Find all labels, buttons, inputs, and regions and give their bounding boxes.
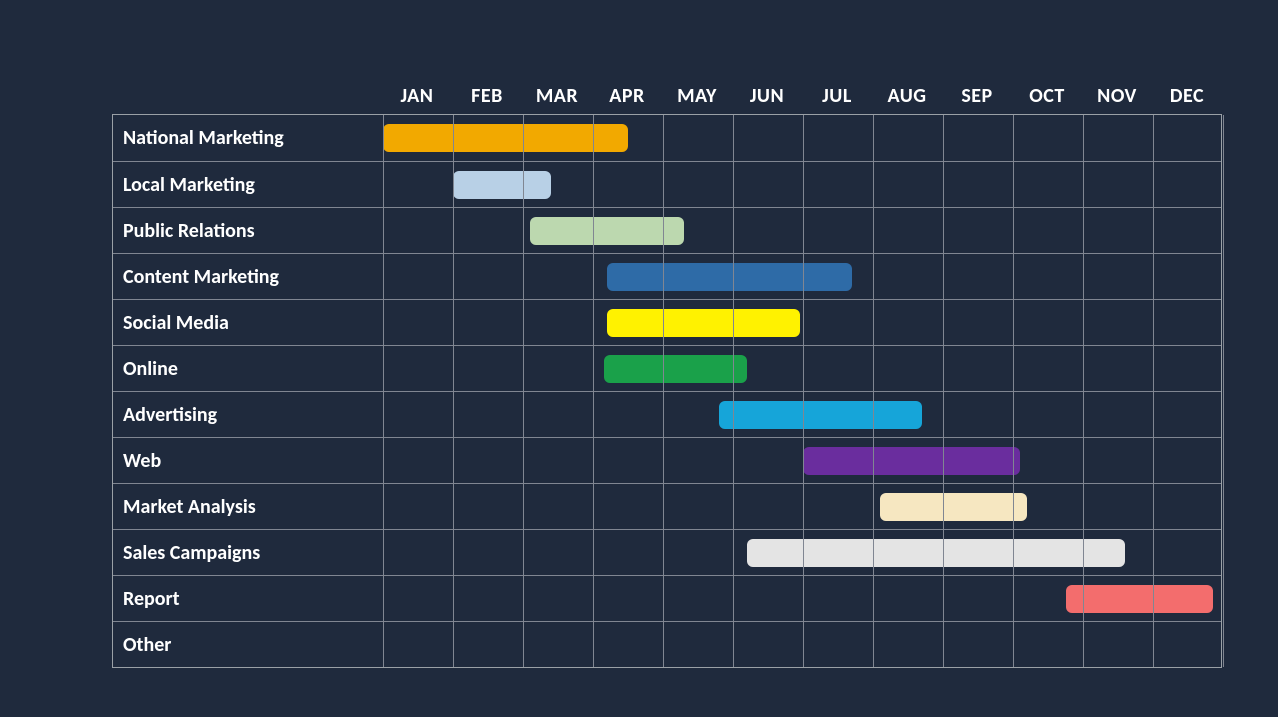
bar-area: [383, 254, 1221, 299]
month-label: MAR: [522, 84, 592, 108]
task-name: Other: [113, 635, 383, 655]
task-bar: [607, 309, 800, 337]
task-row: Online: [113, 345, 1221, 391]
bar-area: [383, 162, 1221, 207]
month-gridline: [873, 115, 874, 667]
task-name: Sales Campaigns: [113, 543, 383, 563]
bar-area: [383, 576, 1221, 621]
task-row: Local Marketing: [113, 161, 1221, 207]
month-label: SEP: [942, 84, 1012, 108]
task-name: Public Relations: [113, 221, 383, 241]
bar-area: [383, 530, 1221, 575]
task-name: Market Analysis: [113, 497, 383, 517]
task-name: Social Media: [113, 313, 383, 333]
month-gridline: [1013, 115, 1014, 667]
task-bar: [880, 493, 1027, 521]
task-row: Other: [113, 621, 1221, 667]
bar-area: [383, 115, 1221, 161]
month-gridline: [593, 115, 594, 667]
bar-area: [383, 208, 1221, 253]
month-gridline: [523, 115, 524, 667]
bar-area: [383, 392, 1221, 437]
task-row: National Marketing: [113, 115, 1221, 161]
bar-area: [383, 300, 1221, 345]
task-bar: [719, 401, 922, 429]
bar-area: [383, 484, 1221, 529]
task-name: National Marketing: [113, 128, 383, 148]
task-row: Social Media: [113, 299, 1221, 345]
task-bar: [607, 263, 852, 291]
month-gridline: [803, 115, 804, 667]
month-gridline: [663, 115, 664, 667]
bar-area: [383, 438, 1221, 483]
month-gridline: [1223, 115, 1224, 667]
month-gridline: [383, 115, 384, 667]
task-bar: [1066, 585, 1213, 613]
task-row: Public Relations: [113, 207, 1221, 253]
month-axis: JAN FEB MAR APR MAY JUN JUL AUG SEP OCT …: [382, 78, 1222, 114]
month-gridline: [453, 115, 454, 667]
task-name: Local Marketing: [113, 175, 383, 195]
task-bar: [803, 447, 1020, 475]
task-name: Online: [113, 359, 383, 379]
month-gridline: [733, 115, 734, 667]
task-bar: [530, 217, 684, 245]
month-label: DEC: [1152, 84, 1222, 108]
task-row: Content Marketing: [113, 253, 1221, 299]
bar-area: [383, 622, 1221, 667]
month-label: MAY: [662, 84, 732, 108]
gantt-chart: JAN FEB MAR APR MAY JUN JUL AUG SEP OCT …: [112, 78, 1222, 668]
task-row: Report: [113, 575, 1221, 621]
bar-area: [383, 346, 1221, 391]
task-bar: [604, 355, 748, 383]
task-bar: [383, 124, 628, 152]
task-name: Advertising: [113, 405, 383, 425]
month-gridline: [1153, 115, 1154, 667]
task-row: Web: [113, 437, 1221, 483]
task-row: Sales Campaigns: [113, 529, 1221, 575]
task-name: Report: [113, 589, 383, 609]
month-label: APR: [592, 84, 662, 108]
month-label: AUG: [872, 84, 942, 108]
task-name: Web: [113, 451, 383, 471]
gantt-body: National Marketing Local Marketing Public …: [112, 114, 1222, 668]
task-row: Market Analysis: [113, 483, 1221, 529]
month-gridline: [1083, 115, 1084, 667]
month-label: OCT: [1012, 84, 1082, 108]
month-label: JUN: [732, 84, 802, 108]
month-gridline: [943, 115, 944, 667]
month-label: JUL: [802, 84, 872, 108]
month-label: JAN: [382, 84, 452, 108]
month-label: FEB: [452, 84, 522, 108]
task-name: Content Marketing: [113, 267, 383, 287]
task-bar: [453, 171, 551, 199]
task-row: Advertising: [113, 391, 1221, 437]
page: JAN FEB MAR APR MAY JUN JUL AUG SEP OCT …: [0, 0, 1278, 717]
month-label: NOV: [1082, 84, 1152, 108]
